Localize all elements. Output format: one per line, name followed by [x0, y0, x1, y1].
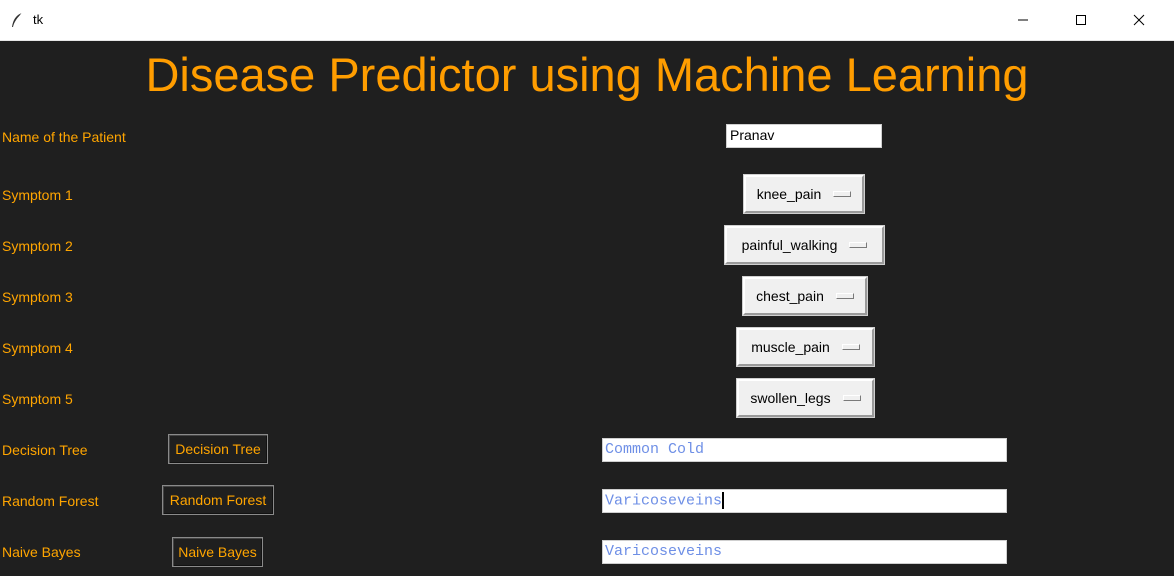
symptom-3-value: chest_pain [756, 288, 824, 304]
title-bar: tk [0, 0, 1174, 41]
symptom-4-value: muscle_pain [751, 339, 830, 355]
dropdown-indicator-icon [835, 293, 854, 299]
window-title: tk [33, 12, 44, 27]
decision-tree-label: Decision Tree [2, 442, 88, 458]
random-forest-button[interactable]: Random Forest [162, 485, 274, 515]
maximize-button[interactable] [1052, 0, 1110, 40]
text-cursor [722, 492, 725, 509]
symptom-4-dropdown[interactable]: muscle_pain [737, 328, 874, 366]
symptom-2-value: painful_walking [741, 237, 838, 253]
close-button[interactable] [1110, 0, 1168, 40]
symptom-1-dropdown[interactable]: knee_pain [744, 175, 864, 213]
minimize-button[interactable] [994, 0, 1052, 40]
minimize-icon [1017, 11, 1029, 30]
random-forest-result-text: Varicoseveins [605, 492, 723, 510]
decision-tree-button[interactable]: Decision Tree [168, 434, 268, 464]
naive-bayes-button[interactable]: Naive Bayes [172, 537, 263, 567]
symptom-4-label: Symptom 4 [2, 340, 73, 356]
symptom-1-label: Symptom 1 [2, 187, 73, 203]
symptom-5-dropdown[interactable]: swollen_legs [737, 379, 874, 417]
maximize-icon [1075, 11, 1087, 30]
random-forest-result[interactable]: Varicoseveins [602, 489, 1007, 513]
symptom-2-dropdown[interactable]: painful_walking [725, 226, 884, 264]
symptom-1-value: knee_pain [756, 186, 822, 202]
naive-bayes-result[interactable]: Varicoseveins [602, 540, 1007, 564]
feather-icon [10, 12, 24, 28]
symptom-5-value: swollen_legs [750, 390, 831, 406]
random-forest-label: Random Forest [2, 493, 99, 509]
page-title: Disease Predictor using Machine Learning [145, 48, 1029, 101]
naive-bayes-label: Naive Bayes [2, 544, 81, 560]
symptom-5-label: Symptom 5 [2, 391, 73, 407]
patient-name-input[interactable]: Pranav [726, 124, 882, 148]
symptom-3-dropdown[interactable]: chest_pain [743, 277, 867, 315]
decision-tree-result[interactable]: Common Cold [602, 438, 1007, 462]
dropdown-indicator-icon [842, 395, 861, 401]
patient-name-label: Name of the Patient [2, 129, 126, 145]
symptom-2-label: Symptom 2 [2, 238, 73, 254]
symptom-3-label: Symptom 3 [2, 289, 73, 305]
dropdown-indicator-icon [849, 242, 868, 248]
dropdown-indicator-icon [841, 344, 860, 350]
dropdown-indicator-icon [833, 191, 852, 197]
close-icon [1133, 11, 1145, 30]
main-panel: Disease Predictor using Machine Learning… [0, 41, 1174, 576]
